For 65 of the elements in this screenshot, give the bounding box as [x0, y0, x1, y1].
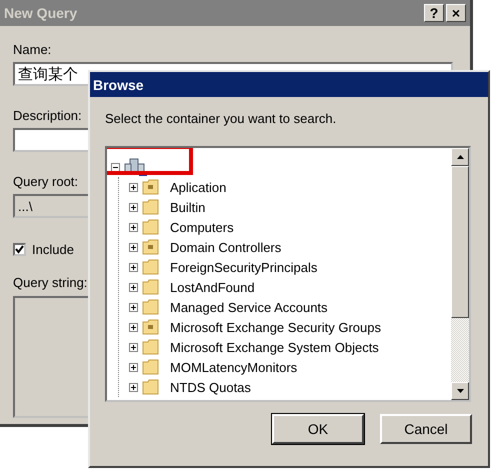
expand-toggle[interactable]: [129, 202, 138, 212]
scroll-up-button[interactable]: [451, 148, 469, 166]
tree-item[interactable]: NTDS Quotas: [170, 380, 251, 394]
expand-toggle[interactable]: [129, 322, 138, 332]
plus-icon: [130, 324, 137, 330]
cancel-button[interactable]: Cancel: [380, 414, 472, 444]
window-title: New Query: [4, 5, 78, 21]
expand-toggle[interactable]: [129, 222, 138, 232]
field-label: Description:: [13, 108, 82, 125]
plus-icon: [130, 384, 137, 390]
tree-item[interactable]: Computers: [170, 220, 234, 234]
close-button[interactable]: ×: [446, 4, 466, 22]
tree-item[interactable]: Domain Controllers: [170, 240, 282, 254]
prompt-text: Select the container you want to search.: [105, 111, 338, 126]
tree-item[interactable]: Microsoft Exchange Security Groups: [170, 320, 381, 334]
collapse-toggle[interactable]: [111, 162, 120, 172]
scroll-thumb[interactable]: [451, 166, 469, 318]
checkbox-label: Include: [32, 242, 74, 257]
scrollbar[interactable]: [451, 148, 469, 400]
scroll-down-button[interactable]: [451, 382, 469, 400]
checkbox[interactable]: [13, 243, 26, 256]
folder-box-icon: [142, 179, 160, 195]
window-title: Browse: [93, 76, 144, 92]
ok-button[interactable]: OK: [272, 414, 364, 444]
expand-toggle[interactable]: [129, 262, 138, 272]
server-icon: [124, 158, 148, 176]
expand-toggle[interactable]: [129, 362, 138, 372]
plus-icon: [130, 184, 137, 190]
tree-item[interactable]: Microsoft Exchange System Objects: [170, 340, 379, 354]
expand-toggle[interactable]: [129, 182, 138, 192]
folder-icon: [142, 379, 160, 395]
plus-icon: [130, 304, 137, 310]
plus-icon: [130, 364, 137, 370]
folder-box-icon: [142, 239, 160, 255]
tree-item[interactable]: MOMLatencyMonitors: [170, 360, 298, 374]
field-label: Query root:: [13, 174, 78, 191]
folder-icon: [142, 339, 160, 355]
folder-icon: [142, 279, 160, 295]
field-label: Name:: [13, 42, 52, 59]
folder-icon: [142, 199, 160, 215]
expand-toggle[interactable]: [129, 282, 138, 292]
down-arrow-icon: [456, 389, 464, 393]
plus-icon: [130, 344, 137, 350]
help-button[interactable]: ?: [424, 4, 444, 22]
folder-box-icon: [142, 319, 160, 335]
tree-item[interactable]: LostAndFound: [170, 280, 255, 294]
expand-toggle[interactable]: [129, 302, 138, 312]
plus-icon: [130, 224, 137, 230]
tree-item[interactable]: Aplication: [170, 180, 226, 194]
expand-toggle[interactable]: [129, 382, 138, 392]
folder-icon: [142, 359, 160, 375]
up-arrow-icon: [456, 155, 464, 159]
checkmark-icon: [15, 245, 24, 254]
expand-toggle[interactable]: [129, 342, 138, 352]
tree-item[interactable]: Managed Service Accounts: [170, 300, 328, 314]
plus-icon: [130, 244, 137, 250]
folder-icon: [142, 299, 160, 315]
folder-icon: [142, 259, 160, 275]
tree-item[interactable]: Builtin: [170, 200, 206, 214]
plus-icon: [130, 204, 137, 210]
expand-toggle[interactable]: [129, 242, 138, 252]
tree-item[interactable]: ForeignSecurityPrincipals: [170, 260, 318, 274]
plus-icon: [130, 284, 137, 290]
field-label: Query string:: [13, 275, 88, 292]
plus-icon: [130, 264, 137, 270]
